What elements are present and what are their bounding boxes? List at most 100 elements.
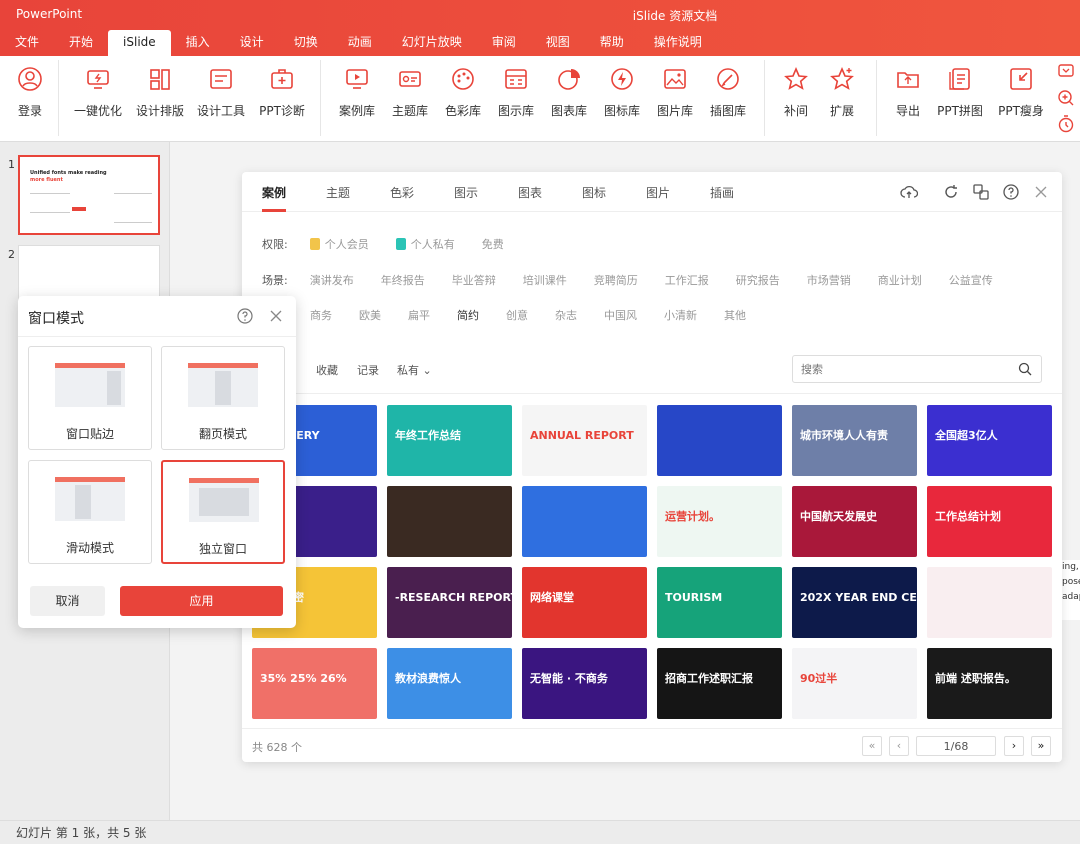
prev-page-button[interactable]: ‹ xyxy=(889,736,909,756)
style-filter-option[interactable]: 简约 xyxy=(457,307,479,323)
template-card[interactable]: 城市环境人人有责 xyxy=(792,405,917,476)
template-card[interactable]: -RESEARCH REPORT- xyxy=(387,567,512,638)
template-card[interactable]: 202X YEAR END CELEBRATION xyxy=(792,567,917,638)
style-filter-option[interactable]: 小清新 xyxy=(664,307,697,323)
template-card[interactable]: 全国超3亿人 xyxy=(927,405,1052,476)
help-icon[interactable] xyxy=(236,307,254,325)
menu-tab[interactable]: 幻灯片放映 xyxy=(387,30,477,56)
diagram-library-button[interactable]: 图示库 xyxy=(486,66,546,119)
template-card[interactable]: 招商工作述职汇报 xyxy=(657,648,782,719)
menu-tab[interactable]: 插入 xyxy=(171,30,225,56)
template-card[interactable]: 网络课堂 xyxy=(522,567,647,638)
scene-filter-option[interactable]: 工作汇报 xyxy=(665,272,709,288)
chart-library-button[interactable]: 图表库 xyxy=(539,66,599,119)
template-card[interactable]: 工作总结计划 xyxy=(927,486,1052,557)
menu-tab[interactable]: 开始 xyxy=(54,30,108,56)
style-filter-option[interactable]: 欧美 xyxy=(359,307,381,323)
tab-cases[interactable]: 案例 xyxy=(262,184,286,201)
search-icon[interactable] xyxy=(1018,362,1032,376)
tab-diagrams[interactable]: 图示 xyxy=(454,184,478,201)
menu-tab[interactable]: 帮助 xyxy=(585,30,639,56)
style-filter-option[interactable]: 中国风 xyxy=(604,307,637,323)
close-icon[interactable] xyxy=(1032,183,1050,201)
template-card[interactable]: 教材浪费惊人 xyxy=(387,648,512,719)
filter-free[interactable]: 免费 xyxy=(482,236,504,252)
close-icon[interactable] xyxy=(268,308,284,324)
filter-personal-private[interactable]: 个人私有 xyxy=(395,236,455,252)
template-card[interactable]: ANNUAL REPORT xyxy=(522,405,647,476)
scene-filter-option[interactable]: 商业计划 xyxy=(878,272,922,288)
chat-icon[interactable] xyxy=(1056,62,1076,82)
menu-tab[interactable]: 审阅 xyxy=(477,30,531,56)
template-card[interactable]: TOURISM xyxy=(657,567,782,638)
design-layout-button[interactable]: 设计排版 xyxy=(130,66,190,119)
search-input[interactable] xyxy=(792,355,1042,383)
scene-filter-option[interactable]: 公益宣传 xyxy=(949,272,993,288)
color-library-button[interactable]: 色彩库 xyxy=(433,66,493,119)
one-click-optimize-button[interactable]: 一键优化 xyxy=(68,66,128,119)
cloud-upload-icon[interactable] xyxy=(900,183,918,201)
tab-pictures[interactable]: 图片 xyxy=(646,184,670,201)
template-card[interactable]: 无智能 · 不商务 xyxy=(522,648,647,719)
menu-tab[interactable]: iSlide xyxy=(108,30,171,56)
template-card[interactable]: 35% 25% 26% xyxy=(252,648,377,719)
ppt-slim-button[interactable]: PPT瘦身 xyxy=(991,66,1051,119)
mode-page-flip[interactable]: 翻页模式 xyxy=(161,346,285,450)
next-page-button[interactable]: › xyxy=(1004,736,1024,756)
menu-tab[interactable]: 切换 xyxy=(279,30,333,56)
style-filter-option[interactable]: 商务 xyxy=(310,307,332,323)
template-card[interactable] xyxy=(657,405,782,476)
refresh-icon[interactable] xyxy=(942,183,960,201)
template-card[interactable]: 中国航天发展史 xyxy=(792,486,917,557)
style-filter-option[interactable]: 创意 xyxy=(506,307,528,323)
scene-filter-option[interactable]: 培训课件 xyxy=(523,272,567,288)
style-filter-option[interactable]: 杂志 xyxy=(555,307,577,323)
private-filter[interactable]: 私有 ⌄ xyxy=(397,362,432,378)
timer-icon[interactable] xyxy=(1056,114,1076,134)
switch-window-icon[interactable] xyxy=(972,183,990,201)
illustration-library-button[interactable]: 插图库 xyxy=(698,66,758,119)
help-icon[interactable] xyxy=(1002,183,1020,201)
login-button[interactable]: 登录 xyxy=(0,66,60,119)
style-filter-option[interactable]: 其他 xyxy=(724,307,746,323)
template-card[interactable] xyxy=(387,486,512,557)
export-button[interactable]: 导出 xyxy=(878,66,938,119)
first-page-button[interactable]: « xyxy=(862,736,882,756)
favorites-filter[interactable]: 收藏 xyxy=(316,362,338,378)
template-card[interactable]: 年终工作总结 xyxy=(387,405,512,476)
tab-colors[interactable]: 色彩 xyxy=(390,184,414,201)
apply-button[interactable]: 应用 xyxy=(120,586,283,616)
mode-window-dock[interactable]: 窗口贴边 xyxy=(28,346,152,450)
zoom-in-icon[interactable] xyxy=(1056,88,1076,108)
page-input[interactable] xyxy=(916,736,996,756)
picture-library-button[interactable]: 图片库 xyxy=(645,66,705,119)
tab-icons[interactable]: 图标 xyxy=(582,184,606,201)
mode-standalone-window[interactable]: 独立窗口 xyxy=(161,460,285,564)
template-card[interactable] xyxy=(927,567,1052,638)
scene-filter-option[interactable]: 年终报告 xyxy=(381,272,425,288)
icon-library-button[interactable]: 图标库 xyxy=(592,66,652,119)
style-filter-option[interactable]: 扁平 xyxy=(408,307,430,323)
scene-filter-option[interactable]: 毕业答辩 xyxy=(452,272,496,288)
cancel-button[interactable]: 取消 xyxy=(30,586,105,616)
filter-personal-member[interactable]: 个人会员 xyxy=(309,236,369,252)
last-page-button[interactable]: » xyxy=(1031,736,1051,756)
scene-filter-option[interactable]: 市场营销 xyxy=(807,272,851,288)
slide-thumbnail-1[interactable]: Unified fonts make reading more fluent xyxy=(18,155,160,235)
case-library-button[interactable]: 案例库 xyxy=(327,66,387,119)
mode-sliding[interactable]: 滑动模式 xyxy=(28,460,152,564)
menu-tab[interactable]: 动画 xyxy=(333,30,387,56)
scene-filter-option[interactable]: 研究报告 xyxy=(736,272,780,288)
tab-illustrations[interactable]: 插画 xyxy=(710,184,734,201)
scene-filter-option[interactable]: 演讲发布 xyxy=(310,272,354,288)
scene-filter-option[interactable]: 竞聘简历 xyxy=(594,272,638,288)
template-card[interactable]: 前端 述职报告。 xyxy=(927,648,1052,719)
tab-charts[interactable]: 图表 xyxy=(518,184,542,201)
template-card[interactable] xyxy=(522,486,647,557)
menu-tab[interactable]: 设计 xyxy=(225,30,279,56)
theme-library-button[interactable]: 主题库 xyxy=(380,66,440,119)
template-card[interactable]: 运营计划。 xyxy=(657,486,782,557)
menu-tab[interactable]: 文件 xyxy=(0,30,54,56)
design-tools-button[interactable]: 设计工具 xyxy=(191,66,251,119)
history-filter[interactable]: 记录 xyxy=(357,362,379,378)
